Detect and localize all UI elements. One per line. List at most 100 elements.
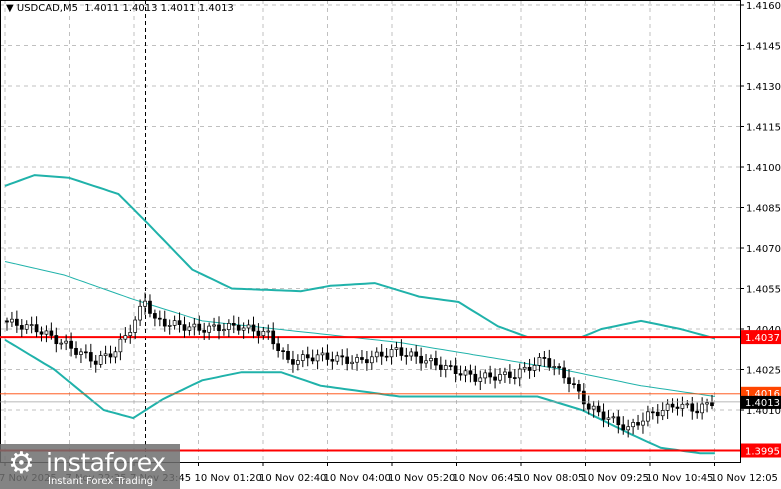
candle-body bbox=[84, 351, 88, 354]
candle-body bbox=[320, 352, 325, 356]
candle-body bbox=[69, 340, 73, 349]
candle-body bbox=[621, 424, 626, 431]
instaforex-watermark: ⚙ instaforex Instant Forex Trading bbox=[0, 444, 180, 489]
candle-body bbox=[641, 420, 645, 426]
bid-label: 1.4013 bbox=[745, 398, 780, 409]
candle-body bbox=[616, 416, 621, 426]
candle-body bbox=[305, 354, 310, 359]
candle-body bbox=[680, 403, 685, 409]
candle-body bbox=[434, 358, 438, 366]
candle-body bbox=[562, 367, 566, 379]
x-tick-label: 10 Nov 06:45 bbox=[453, 473, 520, 484]
candle-body bbox=[64, 340, 69, 344]
candle-body bbox=[172, 320, 177, 326]
y-tick-label: 1.4085 bbox=[746, 204, 781, 215]
candle-body bbox=[453, 365, 458, 374]
candle-body bbox=[192, 323, 197, 328]
candle-body bbox=[34, 324, 39, 333]
candle-body bbox=[567, 377, 571, 385]
candle-body bbox=[345, 356, 350, 364]
y-tick-label: 1.4115 bbox=[746, 123, 781, 134]
level-label: 1.4037 bbox=[745, 333, 780, 344]
candle-body bbox=[488, 372, 492, 378]
candle-body bbox=[182, 324, 187, 331]
x-tick-label: 10 Nov 05:20 bbox=[388, 473, 455, 484]
candle-body bbox=[207, 325, 211, 333]
candle-body bbox=[438, 364, 443, 370]
candle-body bbox=[463, 370, 468, 376]
upper-band-line bbox=[4, 174, 716, 340]
y-tick-label: 1.4145 bbox=[746, 42, 781, 53]
candle-body bbox=[93, 360, 98, 365]
candle-body bbox=[325, 352, 330, 360]
candle-body bbox=[261, 330, 266, 336]
candle-body bbox=[596, 405, 601, 413]
candle-body bbox=[458, 373, 463, 376]
chart-window[interactable]: 1.4160 1.4145 1.4130 1.4115 1.4100 1.4085 1.40… bbox=[0, 0, 781, 489]
candle-body bbox=[59, 342, 64, 345]
candle-body bbox=[572, 383, 576, 386]
candle-body bbox=[74, 347, 78, 355]
x-tick-label: 10 Nov 09:25 bbox=[582, 473, 649, 484]
x-tick-label: 10 Nov 10:45 bbox=[646, 473, 713, 484]
candle-body bbox=[690, 403, 695, 412]
candle-body bbox=[54, 335, 59, 345]
candle-body bbox=[493, 376, 497, 381]
candle-body bbox=[315, 354, 320, 362]
candle-body bbox=[389, 349, 394, 358]
x-tick-label: 10 Nov 01:20 bbox=[195, 473, 262, 484]
y-tick-label: 1.4025 bbox=[746, 366, 781, 377]
candle-body bbox=[24, 324, 29, 330]
candle-body bbox=[128, 332, 133, 336]
candle-body bbox=[626, 426, 631, 431]
candle-body bbox=[601, 411, 606, 420]
candle-body bbox=[537, 357, 542, 366]
candle-body bbox=[448, 365, 453, 367]
candle-body bbox=[547, 358, 552, 368]
symbol-label: USDCAD,M5 bbox=[16, 3, 78, 14]
x-tick-label: 10 Nov 12:05 bbox=[711, 473, 778, 484]
candle-body bbox=[705, 402, 709, 405]
y-tick-label: 1.4055 bbox=[746, 285, 781, 296]
candle-body bbox=[586, 403, 591, 410]
candle-body bbox=[399, 347, 404, 356]
candle-body bbox=[606, 417, 611, 420]
candle-body bbox=[296, 360, 300, 365]
candle-body bbox=[660, 410, 665, 417]
candle-body bbox=[276, 343, 280, 352]
candle-body bbox=[330, 359, 335, 362]
candle-body bbox=[443, 365, 448, 370]
candle-body bbox=[49, 330, 54, 336]
candle-body bbox=[468, 370, 473, 375]
candle-body bbox=[98, 355, 103, 365]
candle-body bbox=[231, 323, 236, 326]
candle-body bbox=[611, 416, 616, 419]
price-chart[interactable]: 1.4160 1.4145 1.4130 1.4115 1.4100 1.4085 1.40… bbox=[0, 0, 781, 489]
candle-body bbox=[236, 324, 241, 331]
candle-body bbox=[197, 323, 202, 331]
candle-body bbox=[508, 371, 512, 378]
candle-body bbox=[498, 374, 502, 381]
candle-body bbox=[685, 403, 690, 406]
chart-title: ▼ USDCAD,M5 1.4011 1.4013 1.4011 1.4013 bbox=[6, 3, 234, 14]
candle-body bbox=[108, 353, 113, 358]
candle-body bbox=[143, 300, 147, 307]
candle-body bbox=[256, 330, 261, 336]
candle-body bbox=[695, 410, 700, 414]
candle-body bbox=[631, 422, 635, 428]
candle-body bbox=[281, 350, 285, 353]
candle-body bbox=[286, 351, 290, 360]
candle-body bbox=[335, 355, 340, 362]
y-tick-label: 1.4070 bbox=[746, 244, 781, 255]
candle-body bbox=[429, 358, 433, 362]
candle-body bbox=[483, 372, 488, 379]
candle-body bbox=[123, 335, 128, 340]
candle-body bbox=[217, 324, 221, 332]
candle-body bbox=[384, 355, 389, 358]
y-tick-label: 1.4130 bbox=[746, 82, 781, 93]
candle-body bbox=[478, 377, 483, 382]
candle-body bbox=[655, 411, 660, 417]
x-tick-label: 10 Nov 04:00 bbox=[324, 473, 391, 484]
candle-body bbox=[44, 330, 49, 335]
watermark-tagline: Instant Forex Trading bbox=[48, 476, 154, 487]
